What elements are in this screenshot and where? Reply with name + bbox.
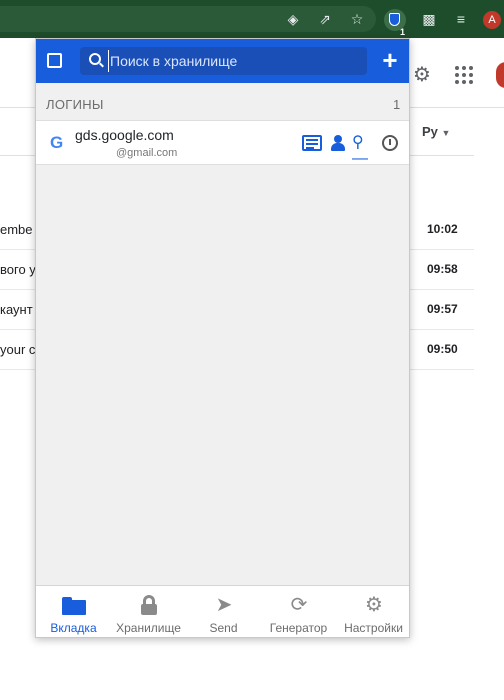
bitwarden-popup: + ЛОГИНЫ 1 G gds.google.com @gmail.com ⚲… (35, 38, 410, 638)
copy-username-icon[interactable] (330, 135, 346, 151)
lens-icon[interactable]: ◈ (284, 10, 302, 28)
copy-totp-clock-icon[interactable] (382, 135, 398, 151)
section-count: 1 (393, 97, 401, 112)
login-name: gds.google.com (75, 127, 174, 143)
bitwarden-shield-icon (389, 13, 400, 26)
email-snippet: your c (0, 342, 36, 357)
tab-label: Хранилище (116, 621, 181, 635)
search-icon (89, 53, 101, 65)
account-avatar[interactable] (496, 62, 504, 88)
bookmark-star-icon[interactable]: ☆ (348, 10, 366, 28)
tab-current[interactable]: Вкладка (36, 586, 111, 637)
extension-badge: 1 (400, 27, 406, 37)
email-time: 09:50 (427, 342, 458, 356)
popout-button[interactable] (44, 50, 66, 72)
media-queue-icon[interactable]: ≡ (452, 10, 470, 28)
popout-icon (47, 53, 62, 68)
tab-send[interactable]: ➤ Send (186, 586, 261, 637)
copy-password-key-icon[interactable]: ⚲— (352, 135, 372, 167)
tab-generator[interactable]: ⟳ Генератор (261, 586, 336, 637)
tab-label: Настройки (344, 621, 403, 635)
tab-settings[interactable]: ⚙ Настройки (336, 586, 409, 637)
share-icon[interactable]: ⇗ (316, 10, 334, 28)
google-logo-icon: G (50, 133, 64, 152)
logins-section-header: ЛОГИНЫ 1 (36, 83, 409, 120)
launch-website-icon[interactable] (302, 135, 322, 151)
extensions-puzzle-icon[interactable]: ▩ (420, 10, 438, 28)
language-label: Ру (422, 124, 438, 139)
tab-label: Генератор (269, 621, 328, 635)
search-input[interactable] (108, 50, 358, 72)
login-item[interactable]: G gds.google.com @gmail.com ⚲— (36, 120, 409, 167)
profile-avatar[interactable]: A (483, 11, 501, 29)
add-item-button[interactable]: + (379, 47, 401, 73)
email-time: 09:57 (427, 302, 458, 316)
send-icon: ➤ (215, 594, 233, 616)
apps-grid-icon[interactable] (455, 66, 473, 84)
browser-toolbar: ◈ ⇗ ☆ 1 ▩ ≡ A (0, 0, 504, 38)
section-title: ЛОГИНЫ (46, 97, 104, 112)
login-username: @gmail.com (116, 147, 178, 159)
tab-label: Send (209, 621, 238, 635)
language-selector[interactable]: Ру ▼ (422, 124, 450, 139)
folder-icon (62, 595, 86, 615)
email-snippet: вого у (0, 262, 36, 277)
search-box[interactable] (80, 47, 367, 75)
email-time: 09:58 (427, 262, 458, 276)
gears-icon: ⚙ (365, 594, 383, 616)
refresh-icon: ⟳ (290, 594, 308, 616)
email-snippet: каунт (0, 302, 33, 317)
email-snippet: embe (0, 222, 33, 237)
email-time: 10:02 (427, 222, 458, 236)
lock-icon (137, 595, 161, 615)
tab-vault[interactable]: Хранилище (111, 586, 186, 637)
popup-header: + (36, 39, 409, 83)
chevron-down-icon: ▼ (441, 128, 451, 138)
tab-label: Вкладка (50, 621, 97, 635)
bottom-tab-bar: Вкладка Хранилище ➤ Send ⟳ Генератор ⚙ Н… (36, 585, 409, 637)
settings-gear-icon[interactable]: ⚙ (411, 64, 433, 86)
